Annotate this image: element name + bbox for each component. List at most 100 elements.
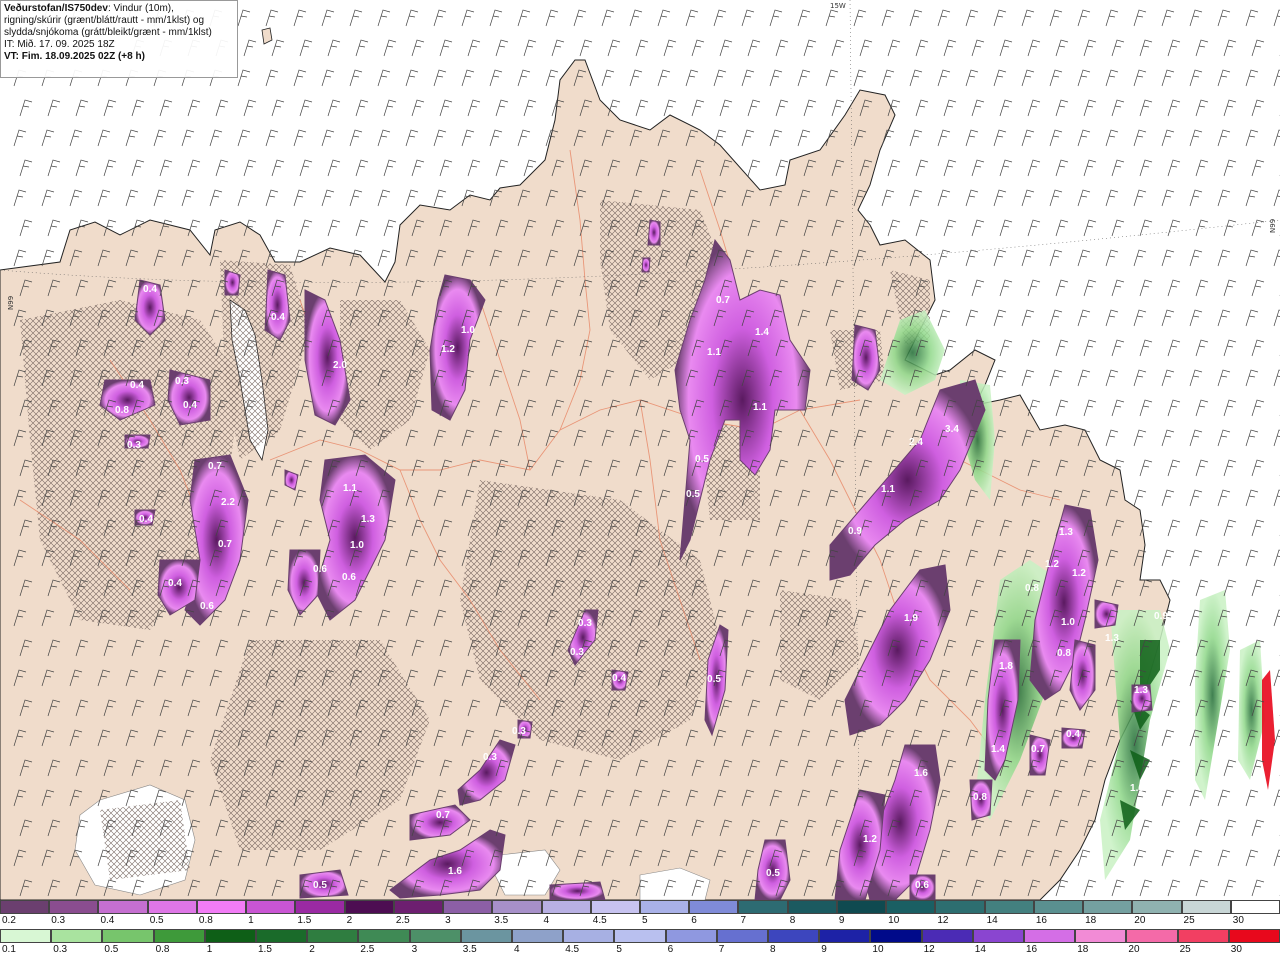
snow_scale-swatch — [738, 900, 788, 914]
snow_scale-label: 0.5 — [149, 915, 164, 926]
snow_scale-label: 0.8 — [198, 915, 213, 926]
precip-value-label: 1.6 — [1130, 783, 1144, 794]
precip-value-label: 1.1 — [343, 483, 357, 494]
precip-value-label: 1.0 — [350, 540, 364, 551]
precip-value-label: 0.8 — [115, 405, 129, 416]
snow_scale-label: 5 — [642, 915, 648, 926]
rain-color-scale: 0.1 0.3 0.5 0.8 1 1.5 2 2.5 3 3.5 4 4.5 5 6 7 8 9 10 12 14 1… — [0, 929, 1280, 955]
precip-value-label: 0.3 — [570, 647, 584, 658]
snow_scale-swatch — [640, 900, 690, 914]
rain_scale-label: 8 — [770, 944, 776, 955]
snow_scale-swatch — [1033, 900, 1084, 914]
precip-value-label: 0.3 — [483, 752, 497, 763]
precip-value-label: 0.9 — [848, 526, 862, 537]
model-title: Veðurstofan/IS750dev — [4, 3, 108, 14]
snow_scale-swatch — [393, 900, 444, 914]
precip-value-label: 1.4 — [991, 744, 1005, 755]
rain_scale-swatch — [870, 929, 922, 943]
rain_scale-swatch — [614, 929, 666, 943]
rain_scale-swatch — [1228, 929, 1280, 943]
snow_scale-swatch — [689, 900, 739, 914]
snow_scale-label: 1 — [248, 915, 254, 926]
rain_scale-swatch — [460, 929, 512, 943]
snow_scale-swatch — [787, 900, 837, 914]
rain_scale-swatch — [204, 929, 256, 943]
snow_scale-swatch — [49, 900, 99, 914]
rain_scale-label: 2.5 — [360, 944, 375, 955]
snow_scale-label: 6 — [691, 915, 697, 926]
rain_scale-swatch — [0, 929, 52, 943]
title-description: : Vindur (10m), — [107, 3, 174, 14]
snow_scale-label: 18 — [1085, 915, 1097, 926]
rain_scale-swatch — [512, 929, 564, 943]
precip-value-label: 0.4 — [143, 284, 157, 295]
snow_scale-swatch — [98, 900, 148, 914]
precip-value-label: 2.0 — [333, 360, 347, 371]
snow_scale-label: 2 — [346, 915, 353, 926]
rain_scale-swatch — [256, 929, 308, 943]
snow_scale-label: 3.5 — [494, 915, 509, 926]
snow_scale-swatch — [246, 900, 296, 914]
rain_scale-label: 4 — [514, 944, 520, 955]
snow_scale-swatch — [295, 900, 345, 914]
rain_scale-swatch — [563, 929, 615, 943]
precip-value-label: 0.3 — [578, 618, 592, 629]
snow_scale-swatch — [147, 900, 197, 914]
rain_scale-label: 6 — [667, 944, 674, 955]
rain_scale-swatch — [307, 929, 359, 943]
snow_scale-label: 0.2 — [2, 915, 16, 926]
precip-value-label: 1.3 — [1134, 685, 1148, 696]
snow_scale-label: 0.3 — [51, 915, 66, 926]
rain_scale-label: 16 — [1026, 944, 1038, 955]
precip-value-label: 0.7 — [1031, 744, 1045, 755]
title-line-3: slydda/snjókoma (grátt/bleikt/grænt - mm… — [4, 27, 212, 38]
precip-value-label: 0.6 — [200, 601, 214, 612]
precip-value-label: 0.6 — [342, 572, 356, 583]
snow_scale-label: 10 — [888, 915, 900, 926]
precip-value-label: 0.5 — [695, 454, 709, 465]
rain_scale-swatch — [1126, 929, 1178, 943]
precip-value-label: 0.7 — [218, 539, 232, 550]
precip-value-label: 0.4 — [168, 578, 182, 589]
rain_scale-label: 7 — [718, 944, 725, 955]
precip-value-label: 0.4 — [612, 673, 626, 684]
precip-value-label: 0.3 — [127, 440, 141, 451]
precip-value-label: 1.3 — [1105, 633, 1119, 644]
precip-value-label: 0.8 — [973, 792, 987, 803]
snow_scale-swatch — [1132, 900, 1182, 914]
rain_scale-swatch — [665, 929, 717, 943]
rain_scale-swatch — [972, 929, 1024, 943]
precip-value-label: 1.0 — [461, 325, 475, 336]
rain_scale-swatch — [409, 929, 461, 943]
precip-value-label: 1.3 — [1059, 527, 1073, 538]
rain_scale-swatch — [102, 929, 154, 943]
precip-value-label: 1.1 — [881, 484, 895, 495]
grid-label-right: N99 — [1269, 219, 1277, 233]
precip-value-label: 1.6 — [914, 768, 928, 779]
rain_scale-swatch — [716, 929, 768, 943]
precip-value-label: 0.6 — [313, 564, 327, 575]
precip-value-label: 1.2 — [863, 834, 877, 845]
snow_scale-label: 12 — [937, 915, 949, 926]
rain_scale-label: 18 — [1077, 944, 1089, 955]
precip-value-label: 3.4 — [945, 424, 959, 435]
precip-value-label: 0.7 — [208, 461, 222, 472]
precip-value-label: 0.5 — [313, 880, 327, 891]
precip-value-label: 0.5 — [686, 489, 700, 500]
rain_scale-label: 9 — [821, 944, 827, 955]
rain_scale-swatch — [921, 929, 973, 943]
rain_scale-label: 2 — [309, 944, 315, 955]
precip-value-label: 1.4 — [755, 327, 769, 338]
snow_scale-swatch — [590, 900, 640, 914]
rain_scale-label: 0.5 — [104, 944, 119, 955]
rain_scale-swatch — [1177, 929, 1229, 943]
rain_scale-label: 0.1 — [2, 944, 16, 955]
precip-value-label: 0.7 — [716, 295, 730, 306]
snow_scale-swatch — [836, 900, 887, 914]
snow_scale-swatch — [443, 900, 493, 914]
precip-value-label: 1.3 — [361, 514, 375, 525]
rain_scale-swatch — [1075, 929, 1127, 943]
precip-value-label: 0.8 — [1025, 583, 1039, 594]
precip-value-label: 2.2 — [221, 497, 235, 508]
rain_scale-swatch — [819, 929, 871, 943]
